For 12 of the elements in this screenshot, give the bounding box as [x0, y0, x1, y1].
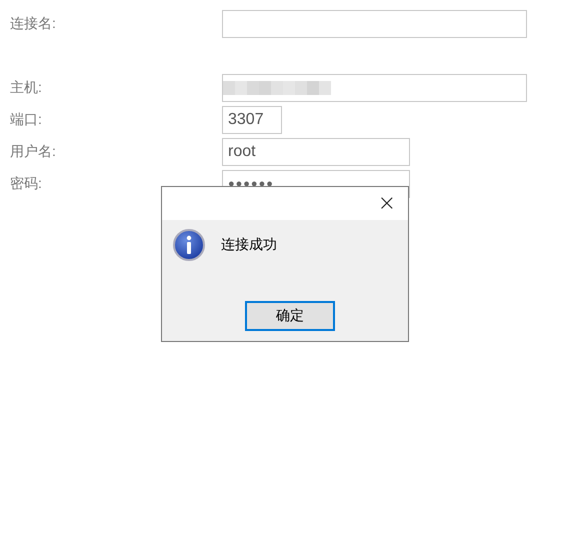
- field-label: 密码:: [10, 175, 43, 193]
- field-label: 用户名:: [10, 143, 57, 161]
- input-field[interactable]: [222, 10, 527, 38]
- field-label: 端口:: [10, 111, 43, 129]
- field-label: 主机:: [10, 79, 43, 97]
- dialog-message: 连接成功: [221, 236, 277, 254]
- input-field[interactable]: 3307: [222, 106, 282, 134]
- ok-button[interactable]: 确定: [245, 301, 335, 331]
- input-field[interactable]: [222, 74, 527, 102]
- field-label: 连接名:: [10, 15, 57, 33]
- info-icon: [173, 229, 205, 261]
- input-field[interactable]: root: [222, 138, 410, 166]
